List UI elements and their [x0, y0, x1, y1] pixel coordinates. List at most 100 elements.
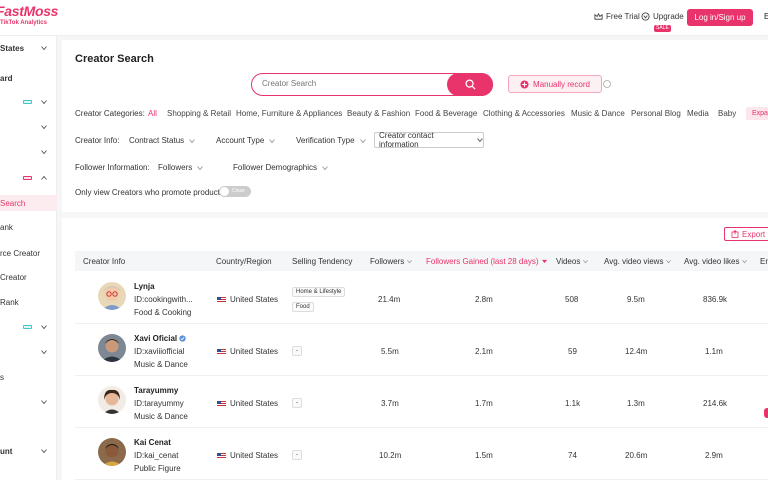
top-bar: FastMoss TikTok Analytics Free Trial Upg…: [0, 0, 768, 36]
selling-tag: -: [292, 450, 302, 460]
sidebar-item-3[interactable]: [0, 144, 57, 160]
chevron-down-icon: [41, 125, 47, 130]
creator-category: Music & Dance: [134, 360, 188, 369]
language-selector[interactable]: E: [764, 12, 768, 21]
avatar[interactable]: [98, 438, 126, 466]
creator-name[interactable]: Lynja: [134, 282, 155, 291]
table-row[interactable]: Tarayummy ID:tarayummy Music & Dance Uni…: [75, 376, 768, 428]
th-label: Videos: [556, 257, 581, 266]
sidebar-item-2[interactable]: [0, 119, 57, 135]
creator-name[interactable]: Tarayummy: [134, 386, 178, 395]
verification-type-dropdown[interactable]: Verification Type: [296, 136, 366, 145]
th-followers-gained[interactable]: Followers Gained (last 28 days): [426, 257, 547, 266]
category-beauty[interactable]: Beauty & Fashion: [347, 109, 410, 118]
manual-record-label: Manually record: [533, 79, 590, 89]
table-row[interactable]: Kai Cenat ID:kai_cenat Public Figure Uni…: [75, 428, 768, 480]
account-type-dropdown[interactable]: Account Type: [216, 136, 276, 145]
toggle-knob: [220, 187, 229, 196]
creator-name[interactable]: Kai Cenat: [134, 438, 171, 447]
sidebar-item-label: States: [0, 43, 25, 53]
upgrade-link[interactable]: Upgrade: [641, 12, 684, 21]
export-button[interactable]: Export: [724, 227, 768, 241]
manual-record-button[interactable]: Manually record: [508, 75, 602, 93]
export-label: Export: [742, 229, 766, 239]
views-value: 20.6m: [625, 451, 648, 460]
free-trial-link[interactable]: Free Trial: [594, 12, 640, 21]
th-followers[interactable]: Followers: [370, 257, 413, 266]
country-cell: United States: [217, 347, 278, 356]
sidebar-item-label: ard: [0, 73, 13, 83]
sidebar-item-5[interactable]: [0, 344, 57, 360]
search-box[interactable]: [251, 72, 493, 96]
chevron-down-icon: [41, 449, 47, 454]
likes-value: 2.9m: [705, 451, 723, 460]
sidebar-item-creator[interactable]: Creator: [0, 269, 57, 285]
category-music[interactable]: Music & Dance: [571, 109, 625, 118]
th-avg-views[interactable]: Avg. video views: [604, 257, 672, 266]
chevron-down-icon: [477, 138, 483, 143]
follower-demographics-dropdown[interactable]: Follower Demographics: [233, 163, 328, 172]
category-home[interactable]: Home, Furniture & Appliances: [236, 109, 342, 118]
sidebar-item-4[interactable]: [0, 319, 57, 335]
avatar[interactable]: [98, 282, 126, 310]
sidebar-item-1[interactable]: [0, 94, 57, 110]
sidebar-item-search[interactable]: Search: [0, 195, 57, 211]
videos-value: 74: [568, 451, 577, 460]
contact-info-dropdown[interactable]: Creator contact information: [374, 131, 484, 149]
creator-name-wrap[interactable]: Xavi Oficial: [134, 334, 186, 343]
logo[interactable]: FastMoss: [0, 3, 58, 19]
followers-dropdown[interactable]: Followers: [158, 163, 204, 172]
sidebar-item-s[interactable]: s: [0, 369, 57, 385]
country-label: United States: [230, 295, 279, 304]
category-shopping[interactable]: Shopping & Retail: [167, 109, 231, 118]
country-cell: United States: [217, 451, 278, 460]
diamond-icon: [641, 12, 650, 21]
sidebar-item-region[interactable]: States: [0, 40, 57, 56]
us-flag-icon: [217, 296, 226, 303]
table-row[interactable]: Xavi Oficial ID:xaviiiofficial Music & D…: [75, 324, 768, 376]
sort-icon: [742, 260, 748, 264]
videos-value: 508: [565, 295, 579, 304]
sidebar-item-dashboard[interactable]: ard: [0, 70, 57, 86]
sidebar-item-source-creator[interactable]: rce Creator: [0, 245, 57, 261]
sidebar-item-rank[interactable]: ank: [0, 219, 57, 235]
creator-category: Food & Cooking: [134, 308, 192, 317]
floating-tab[interactable]: [764, 408, 768, 418]
sidebar-item-creator-group[interactable]: [0, 170, 57, 186]
category-media[interactable]: Media: [687, 109, 709, 118]
sale-badge: SALE: [654, 25, 671, 32]
creator-name: Xavi Oficial: [134, 334, 178, 343]
help-icon[interactable]: [603, 80, 611, 88]
table-header: Creator Info Country/Region Selling Tend…: [75, 251, 768, 271]
category-food[interactable]: Food & Beverage: [415, 109, 477, 118]
promote-toggle[interactable]: Close: [219, 186, 251, 197]
contract-status-dropdown[interactable]: Contract Status: [129, 136, 195, 145]
dropdown-label: Followers: [158, 163, 193, 172]
search-input[interactable]: [262, 79, 442, 88]
th-country: Country/Region: [216, 257, 272, 266]
country-label: United States: [230, 451, 279, 460]
sidebar-item-6[interactable]: [0, 394, 57, 410]
selling-tag: Food: [292, 302, 314, 312]
likes-value: 836.9k: [703, 295, 728, 304]
country-label: United States: [230, 399, 279, 408]
category-personal-blog[interactable]: Personal Blog: [631, 109, 681, 118]
avatar[interactable]: [98, 334, 126, 362]
sidebar-item-rank2[interactable]: Rank: [0, 294, 57, 310]
free-trial-label: Free Trial: [606, 12, 640, 21]
avatar[interactable]: [98, 386, 126, 414]
category-all[interactable]: All: [148, 109, 157, 118]
category-clothing[interactable]: Clothing & Accessories: [483, 109, 565, 118]
expand-categories-button[interactable]: Expa: [746, 107, 768, 120]
search-button[interactable]: [447, 72, 493, 96]
gained-value: 1.5m: [475, 451, 493, 460]
table-row[interactable]: Lynja ID:cookingwith... Food & Cooking U…: [75, 272, 768, 324]
chevron-down-icon: [189, 138, 195, 143]
login-button[interactable]: Log in/Sign up: [687, 9, 753, 26]
sidebar-item-account[interactable]: unt: [0, 443, 57, 459]
th-avg-likes[interactable]: Avg. video likes: [684, 257, 748, 266]
category-baby[interactable]: Baby: [718, 109, 736, 118]
th-videos[interactable]: Videos: [556, 257, 589, 266]
th-selling: Selling Tendency: [292, 257, 353, 266]
hot-tag: [23, 176, 32, 180]
